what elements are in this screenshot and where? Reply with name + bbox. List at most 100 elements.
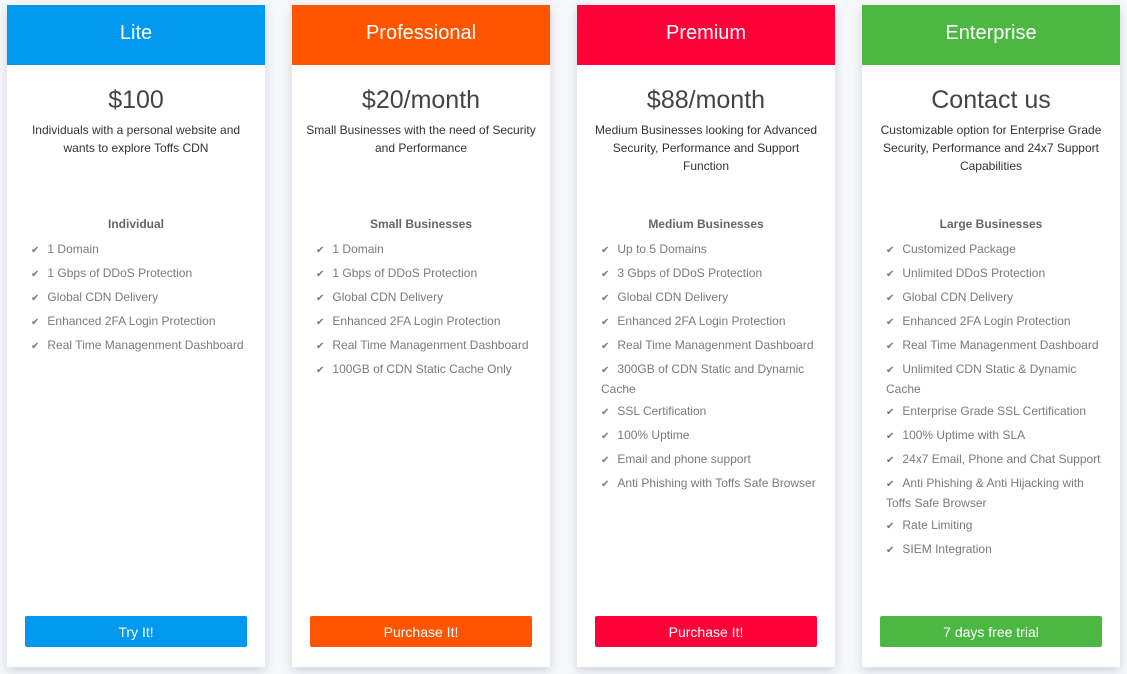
check-icon: ✔ xyxy=(31,317,40,328)
feature-label: Real Time Managenment Dashboard xyxy=(332,338,529,352)
feature-label: 1 Domain xyxy=(47,242,99,256)
feature-label: Real Time Managenment Dashboard xyxy=(617,338,814,352)
feature-label: Up to 5 Domains xyxy=(617,242,707,256)
plan-tier: Small Businesses xyxy=(369,217,473,231)
feature-label: Global CDN Delivery xyxy=(332,290,444,304)
plan-cta-button[interactable]: Purchase It! xyxy=(595,616,817,647)
check-icon: ✔ xyxy=(316,341,325,352)
check-icon: ✔ xyxy=(31,269,40,280)
feature-label: Real Time Managenment Dashboard xyxy=(47,338,244,352)
feature-label: Email and phone support xyxy=(617,452,751,466)
feature-label: Enhanced 2FA Login Protection xyxy=(902,314,1071,328)
feature-label: Customized Package xyxy=(902,242,1016,256)
feature-item: ✔ Rate Limiting xyxy=(886,516,1110,536)
feature-item: ✔ 100% Uptime with SLA xyxy=(886,426,1110,446)
plan-price: $88/month xyxy=(646,86,766,114)
feature-item: ✔ Global CDN Delivery xyxy=(316,288,540,308)
feature-item: ✔ Anti Phishing & Anti Hijacking with Tof… xyxy=(886,474,1110,512)
check-icon: ✔ xyxy=(316,317,325,328)
check-icon: ✔ xyxy=(886,479,895,490)
feature-item: ✔ 1 Gbps of DDoS Protection xyxy=(316,264,540,284)
feature-label: 1 Gbps of DDoS Protection xyxy=(332,266,478,280)
feature-label: 100% Uptime xyxy=(617,428,690,442)
check-icon: ✔ xyxy=(886,521,895,532)
plan-cta-button[interactable]: Try It! xyxy=(25,616,247,647)
feature-item: ✔ Enterprise Grade SSL Certification xyxy=(886,402,1110,422)
check-icon: ✔ xyxy=(316,293,325,304)
feature-item: ✔ 300GB of CDN Static and Dynamic Cache xyxy=(601,360,825,398)
plan-tier: Medium Businesses xyxy=(648,217,764,231)
plan-cta-button[interactable]: 7 days free trial xyxy=(880,616,1102,647)
feature-item: ✔ 1 Domain xyxy=(31,240,255,260)
feature-item: ✔ Enhanced 2FA Login Protection xyxy=(601,312,825,332)
feature-label: Enhanced 2FA Login Protection xyxy=(332,314,501,328)
check-icon: ✔ xyxy=(601,455,610,466)
feature-item: ✔ 3 Gbps of DDoS Protection xyxy=(601,264,825,284)
feature-label: 100% Uptime with SLA xyxy=(902,428,1026,442)
check-icon: ✔ xyxy=(601,245,610,256)
feature-label: 1 Gbps of DDoS Protection xyxy=(47,266,193,280)
plan-description: Individuals with a personal website and … xyxy=(31,123,241,155)
check-icon: ✔ xyxy=(601,341,610,352)
check-icon: ✔ xyxy=(886,365,895,376)
feature-item: ✔ 1 Gbps of DDoS Protection xyxy=(31,264,255,284)
feature-item: ✔ Global CDN Delivery xyxy=(601,288,825,308)
plan-cta-button[interactable]: Purchase It! xyxy=(310,616,532,647)
feature-item: ✔ Global CDN Delivery xyxy=(31,288,255,308)
check-icon: ✔ xyxy=(886,293,895,304)
feature-item: ✔ Enhanced 2FA Login Protection xyxy=(31,312,255,332)
check-icon: ✔ xyxy=(316,245,325,256)
feature-label: 300GB of CDN Static and Dynamic Cache xyxy=(601,362,805,396)
feature-item: ✔ SSL Certification xyxy=(601,402,825,422)
feature-item: ✔ Anti Phishing with Toffs Safe Browser xyxy=(601,474,825,494)
feature-label: Rate Limiting xyxy=(902,518,973,532)
feature-item: ✔ 100% Uptime xyxy=(601,426,825,446)
feature-item: ✔ Enhanced 2FA Login Protection xyxy=(316,312,540,332)
plan-header: Professional xyxy=(292,5,550,65)
check-icon: ✔ xyxy=(601,317,610,328)
plan-description: Medium Businesses looking for Advanced S… xyxy=(594,123,818,173)
feature-list: ✔ 1 Domain ✔ 1 Gbps of DDoS Protection ✔ Glob… xyxy=(7,240,265,356)
plan-header: Premium xyxy=(577,5,835,65)
feature-list: ✔ Up to 5 Domains ✔ 3 Gbps of DDoS Protecti… xyxy=(577,240,835,494)
check-icon: ✔ xyxy=(886,431,895,442)
plan-card-professional: Professional $20/month Small Businesses … xyxy=(292,5,550,667)
feature-item: ✔ 1 Domain xyxy=(316,240,540,260)
check-icon: ✔ xyxy=(886,455,895,466)
plan-card-enterprise: Enterprise Contact us Customizable optio… xyxy=(862,5,1120,667)
feature-label: Enterprise Grade SSL Certification xyxy=(902,404,1087,418)
check-icon: ✔ xyxy=(31,245,40,256)
check-icon: ✔ xyxy=(601,269,610,280)
feature-item: ✔ 100GB of CDN Static Cache Only xyxy=(316,360,540,380)
feature-label: Anti Phishing with Toffs Safe Browser xyxy=(617,476,816,490)
plan-description: Small Businesses with the need of Securi… xyxy=(306,123,536,155)
check-icon: ✔ xyxy=(886,317,895,328)
check-icon: ✔ xyxy=(316,269,325,280)
feature-label: 24x7 Email, Phone and Chat Support xyxy=(902,452,1101,466)
plan-price: $20/month xyxy=(361,86,481,114)
feature-label: Unlimited DDoS Protection xyxy=(902,266,1046,280)
check-icon: ✔ xyxy=(886,407,895,418)
feature-item: ✔ Unlimited DDoS Protection xyxy=(886,264,1110,284)
plan-price: Contact us xyxy=(931,86,1051,114)
feature-label: Enhanced 2FA Login Protection xyxy=(617,314,786,328)
feature-item: ✔ Unlimited CDN Static & Dynamic Cache xyxy=(886,360,1110,398)
check-icon: ✔ xyxy=(886,245,895,256)
feature-label: Real Time Managenment Dashboard xyxy=(902,338,1099,352)
check-icon: ✔ xyxy=(886,545,895,556)
feature-item: ✔ Real Time Managenment Dashboard xyxy=(601,336,825,356)
feature-item: ✔ Customized Package xyxy=(886,240,1110,260)
feature-item: ✔ Email and phone support xyxy=(601,450,825,470)
feature-item: ✔ Enhanced 2FA Login Protection xyxy=(886,312,1110,332)
check-icon: ✔ xyxy=(31,341,40,352)
feature-item: ✔ 24x7 Email, Phone and Chat Support xyxy=(886,450,1110,470)
plan-price: $100 xyxy=(108,86,164,114)
feature-label: Global CDN Delivery xyxy=(902,290,1014,304)
check-icon: ✔ xyxy=(886,341,895,352)
feature-label: SSL Certification xyxy=(617,404,707,418)
feature-label: 3 Gbps of DDoS Protection xyxy=(617,266,763,280)
feature-label: 1 Domain xyxy=(332,242,384,256)
feature-list: ✔ Customized Package ✔ Unlimited DDoS Prote… xyxy=(862,240,1120,560)
plan-tier: Individual xyxy=(107,217,164,231)
check-icon: ✔ xyxy=(601,365,610,376)
